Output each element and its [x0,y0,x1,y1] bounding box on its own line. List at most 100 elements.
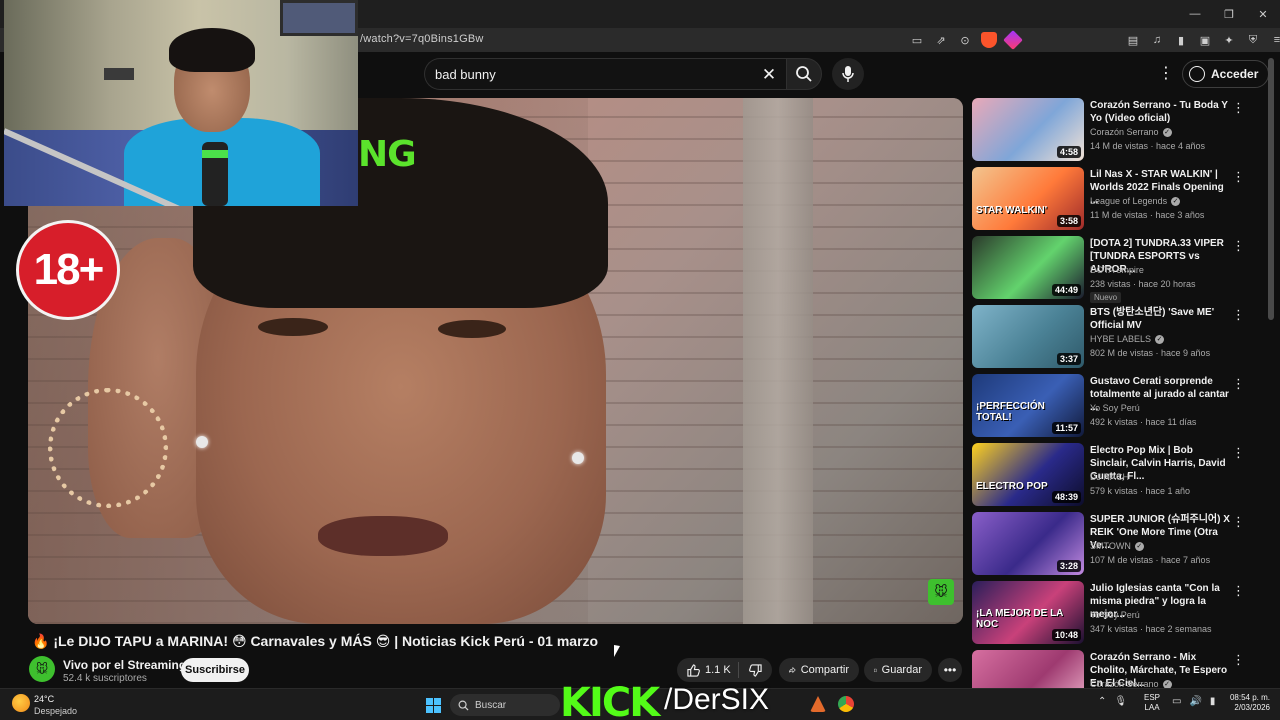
recommendation-channel[interactable]: DOTA empire [1090,265,1144,275]
leo-ai-icon[interactable]: ✦ [1220,31,1238,49]
brave-rewards-icon[interactable] [1003,30,1023,50]
channel-name[interactable]: Vivo por el Streaming [63,658,186,672]
recommendation-menu-icon[interactable]: ⋮ [1232,307,1245,323]
recommendation-channel[interactable]: SMTOWN ✓ [1090,541,1144,551]
recommendation-menu-icon[interactable]: ⋮ [1232,376,1245,392]
scrollbar[interactable] [1268,58,1274,320]
channel-watermark-icon[interactable]: 🐭 [928,579,954,605]
restore-icon[interactable]: ❐ [1212,0,1246,28]
reader-mode-icon[interactable]: ▤ [1124,31,1142,49]
video-thumbnail[interactable]: ¡PERFECCIÓN TOTAL! 11:57 [972,374,1084,437]
media-icon[interactable]: ♫ [1148,31,1166,49]
system-clock[interactable]: 08:54 p. m. 2/03/2026 [1226,693,1270,713]
recommendation-menu-icon[interactable]: ⋮ [1232,238,1245,254]
recommendation-channel[interactable]: Corazón Serrano ✓ [1090,127,1172,137]
recommendation-item[interactable]: 3:28 SUPER JUNIOR (슈퍼주니어) X REIK 'One Mor… [972,512,1256,576]
video-title: 🔥 ¡Le DIJO TAPU a MARINA! 😳 Carnavales y… [32,633,599,649]
vpn-icon[interactable]: ⛨ [1244,31,1262,49]
recommendation-item[interactable]: ¡LA MEJOR DE LA NOC 10:48 Julio Iglesias c… [972,581,1256,645]
battery-icon[interactable]: ▮ [1210,696,1216,707]
recommendation-channel[interactable]: Yo Soy Perú [1090,610,1140,620]
clear-search-icon[interactable]: ✕ [758,64,780,86]
video-thumbnail[interactable]: ELECTRO POP 48:39 [972,443,1084,506]
video-duration: 4:58 [1056,146,1081,158]
recommendation-channel-name: Corazón Serrano [1090,127,1159,137]
status-icons: ▭ 🔊 ▮ [1172,696,1215,707]
video-thumbnail[interactable]: STAR WALKIN' 3:58 [972,167,1084,230]
recommendation-meta: 492 k vistas · hace 11 días [1090,417,1197,427]
search-query[interactable]: bad bunny [435,67,496,82]
taskbar-search[interactable]: Buscar [450,694,560,716]
weather-icon[interactable] [12,694,30,712]
save-button[interactable]: Guardar [864,658,932,682]
verified-icon: ✓ [1155,334,1165,344]
recommendation-menu-icon[interactable]: ⋮ [1232,169,1245,185]
recommendation-menu-icon[interactable]: ⋮ [1232,652,1245,668]
volume-icon[interactable]: 🔊 [1189,696,1201,707]
video-frame-pillar [743,98,813,624]
search-input[interactable]: bad bunny ✕ [424,58,786,90]
voice-search-button[interactable] [832,58,864,90]
video-thumbnail[interactable]: 4:58 [972,98,1084,161]
recommendation-title[interactable]: Corazón Serrano - Tu Boda Y Yo (Video of… [1090,99,1230,125]
wallet-icon[interactable]: ▣ [1196,31,1214,49]
cast-icon[interactable]: ▭ [908,31,926,49]
translate-icon[interactable]: ⊙ [956,31,974,49]
weather-description[interactable]: Despejado [34,706,77,716]
like-button[interactable]: 1.1 K [677,662,739,678]
channel-avatar[interactable]: 🐭 [29,656,55,682]
webcam-mic-light [202,150,228,158]
recommendation-item[interactable]: 4:58 Corazón Serrano - Tu Boda Y Yo (Vide… [972,98,1256,162]
signin-button[interactable]: Acceder [1182,60,1270,88]
share-button[interactable]: Compartir [779,658,859,682]
video-thumbnail[interactable]: ¡LA MEJOR DE LA NOC 10:48 [972,581,1084,644]
recommendation-channel[interactable]: League of Legends ✓ [1090,196,1181,206]
video-thumbnail[interactable]: 3:37 [972,305,1084,368]
recommendation-item[interactable]: 44:49 [DOTA 2] TUNDRA.33 VIPER [TUNDRA ES… [972,236,1256,303]
close-window-icon[interactable]: ✕ [1246,0,1280,28]
share-page-icon[interactable]: ⇗ [932,31,950,49]
recommendation-channel[interactable]: HYBE LABELS ✓ [1090,334,1165,344]
recommendation-menu-icon[interactable]: ⋮ [1232,514,1245,530]
brave-shields-icon[interactable] [980,31,998,49]
video-thumbnail[interactable]: 3:28 [972,512,1084,575]
recommendation-item[interactable]: STAR WALKIN' 3:58 Lil Nas X - STAR WALKIN'… [972,167,1256,231]
recommendation-item[interactable]: 3:37 BTS (방탄소년단) 'Save ME' Official MV HYB… [972,305,1256,369]
verified-icon: ✓ [1171,196,1181,206]
recommendation-channel-name: HYBE LABELS [1090,334,1152,344]
settings-menu-icon[interactable]: ⋮ [1156,62,1176,86]
video-duration: 11:57 [1052,422,1081,434]
save-label: Guardar [881,664,922,676]
window-controls: — ❐ ✕ [1178,0,1280,28]
url-text[interactable]: /watch?v=7q0Bins1GBw [360,33,484,45]
sidebar-icon[interactable]: ▮ [1172,31,1190,49]
video-thumbnail[interactable]: 44:49 [972,236,1084,299]
search-button[interactable] [786,58,822,90]
webcam-shelf [104,68,134,80]
weather-temperature[interactable]: 24°C [34,694,54,704]
subscribe-button[interactable]: Suscribirse [181,658,249,682]
recommendation-item[interactable]: ELECTRO POP 48:39 Electro Pop Mix | Bob Si… [972,443,1256,507]
minimize-icon[interactable]: — [1178,0,1212,28]
webcam-person-hair [169,28,255,72]
webcam-wall-frame [280,0,358,36]
recommendation-menu-icon[interactable]: ⋮ [1232,583,1245,599]
dislike-button[interactable] [739,663,772,677]
age-restriction-badge: 18+ [16,220,120,320]
tray-chevron-icon[interactable]: ⌃ [1098,696,1106,707]
more-actions-button[interactable]: ••• [938,658,962,682]
video-duration: 10:48 [1051,629,1081,641]
recommendation-title[interactable]: BTS (방탄소년단) 'Save ME' Official MV [1090,306,1230,332]
recommendation-item[interactable]: ¡PERFECCIÓN TOTAL! 11:57 Gustavo Cerati so… [972,374,1256,438]
language-indicator[interactable]: ESP LAA [1144,693,1160,713]
recommendation-channel[interactable]: DJ NACH [1090,472,1129,482]
tray-mic-icon[interactable]: 🎙 [1114,696,1127,707]
recommendation-channel-name: Yo Soy Perú [1090,610,1140,620]
chrome-app-icon[interactable] [838,696,854,712]
recommendation-menu-icon[interactable]: ⋮ [1232,445,1245,461]
browser-menu-icon[interactable]: ≡ [1268,31,1280,49]
recommendation-menu-icon[interactable]: ⋮ [1232,100,1245,116]
recommendation-channel[interactable]: Yo Soy Perú [1090,403,1140,413]
network-icon[interactable]: ▭ [1172,696,1181,707]
windows-start-icon[interactable] [426,698,441,713]
